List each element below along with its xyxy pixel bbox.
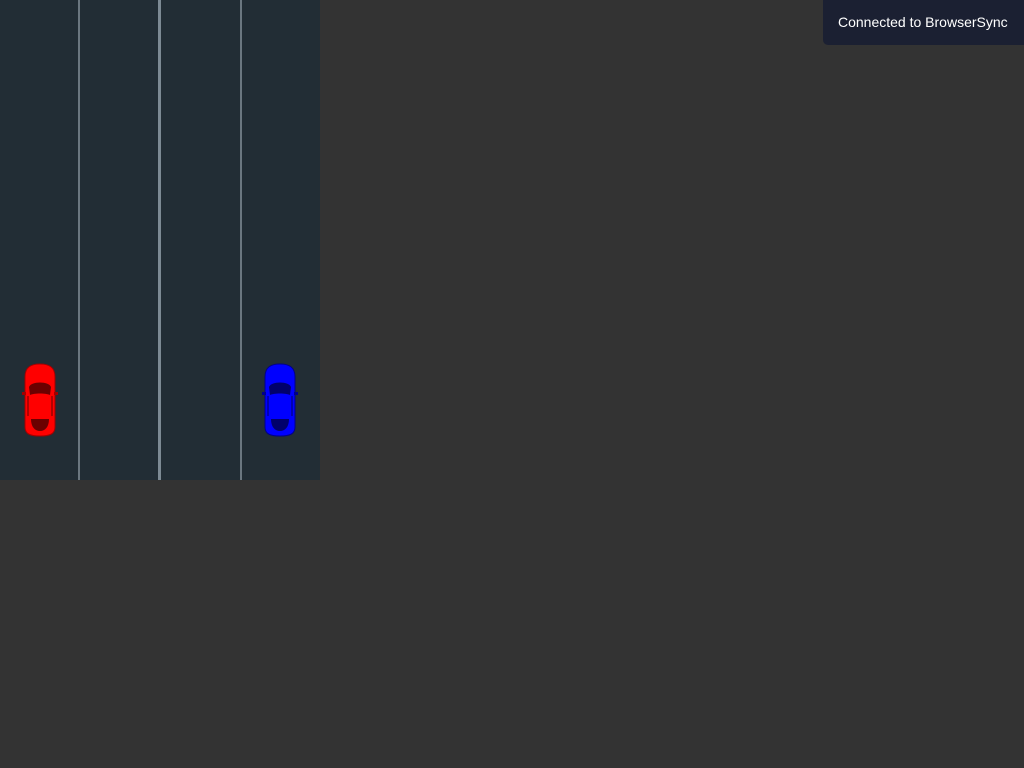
blue-car	[262, 363, 298, 437]
lane-divider	[240, 0, 242, 480]
lane-divider	[78, 0, 80, 480]
center-divider	[158, 0, 161, 480]
red-car	[22, 363, 58, 437]
notification-text: Connected to BrowserSync	[838, 14, 1008, 30]
game-canvas[interactable]	[0, 0, 320, 480]
browsersync-notification: Connected to BrowserSync	[823, 0, 1024, 45]
